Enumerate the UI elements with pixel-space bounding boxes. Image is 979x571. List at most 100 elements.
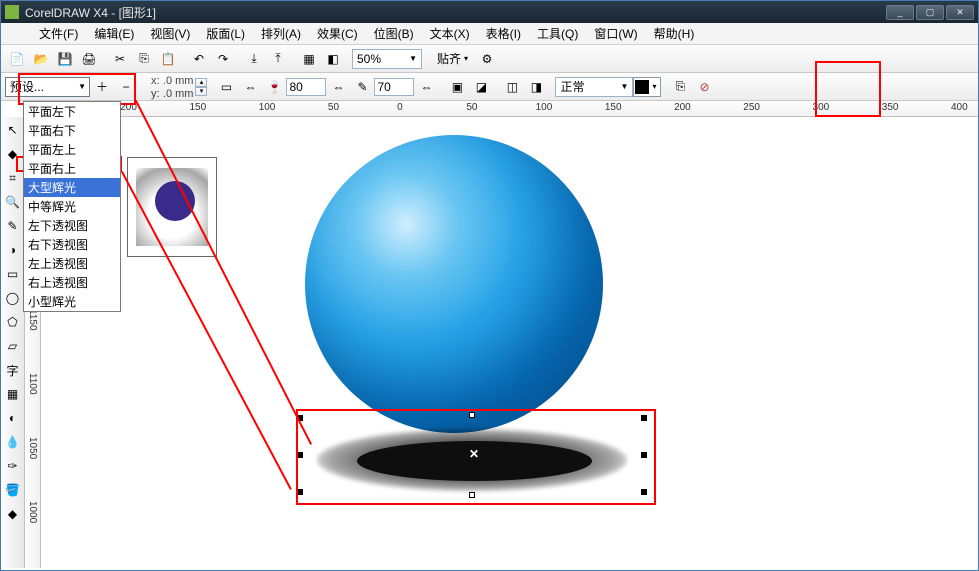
minimize-button[interactable]: _: [886, 5, 914, 20]
shadow-stretch-icon[interactable]: ⇔: [239, 76, 261, 98]
direction-icon[interactable]: ▣: [446, 76, 468, 98]
shadow-color-swatch: [635, 80, 649, 94]
menu-arrange[interactable]: 排列(A): [253, 25, 309, 42]
blend-combo[interactable]: 正常 ▼: [555, 77, 633, 97]
preset-option[interactable]: 大型辉光: [24, 178, 120, 197]
eyedropper-icon[interactable]: 💧: [4, 433, 22, 451]
interactive-fill-icon[interactable]: ◆: [4, 505, 22, 523]
toolbox: ↖ ◆ ⌗ 🔍 ✎ ◑ ▭ ◯ ⬠ ▱ 字 ▦ ◐ 💧 ✑ 🪣 ◆: [1, 117, 25, 568]
app-launcher-icon[interactable]: ▦: [298, 48, 320, 70]
table-tool-icon[interactable]: ▦: [4, 385, 22, 403]
menu-file[interactable]: 文件(F): [31, 25, 86, 42]
ruler-tick: 1000: [27, 501, 38, 523]
cut-icon[interactable]: ✂: [109, 48, 131, 70]
feather-icon: ✎: [351, 76, 373, 98]
perspective-icon[interactable]: ◨: [525, 76, 547, 98]
x-value: .0 mm: [163, 75, 194, 87]
menu-help[interactable]: 帮助(H): [646, 25, 703, 42]
blend-value: 正常: [560, 78, 584, 95]
ruler-tick: 50: [466, 102, 477, 113]
ruler-tick: 150: [189, 102, 206, 113]
options-icon[interactable]: ⚙: [476, 48, 498, 70]
preset-option[interactable]: 小型辉光: [24, 292, 120, 311]
sphere-object[interactable]: [305, 135, 603, 433]
import-icon[interactable]: ⤓: [243, 48, 265, 70]
xy-spinner[interactable]: ▴▾: [195, 78, 207, 96]
rectangle-tool-icon[interactable]: ▭: [4, 265, 22, 283]
menu-bitmaps[interactable]: 位图(B): [366, 25, 422, 42]
print-icon[interactable]: 🖨: [78, 48, 100, 70]
preset-option[interactable]: 右下透视图: [24, 235, 120, 254]
preset-dropdown-list[interactable]: 平面左下平面右下平面左上平面右上大型辉光中等辉光左下透视图右下透视图左上透视图右…: [23, 101, 121, 312]
annotation-box-shadow: [296, 409, 656, 505]
interactive-tool-icon[interactable]: ◐: [4, 409, 22, 427]
export-icon[interactable]: ⤒: [267, 48, 289, 70]
fill-tool-icon[interactable]: 🪣: [4, 481, 22, 499]
ruler-tick: 1100: [27, 373, 38, 395]
ruler-tick: 100: [259, 102, 276, 113]
preset-option[interactable]: 平面左下: [24, 102, 120, 121]
polygon-tool-icon[interactable]: ⬠: [4, 313, 22, 331]
preset-option[interactable]: 右上透视图: [24, 273, 120, 292]
menu-view[interactable]: 视图(V): [142, 25, 198, 42]
outline-tool-icon[interactable]: ✑: [4, 457, 22, 475]
fade-icon[interactable]: ◫: [501, 76, 523, 98]
ruler-tick: 150: [605, 102, 622, 113]
menu-table[interactable]: 表格(I): [478, 25, 529, 42]
ruler-tick: 200: [674, 102, 691, 113]
feather-slider-icon[interactable]: ⇔: [327, 76, 349, 98]
new-icon[interactable]: 📄: [6, 48, 28, 70]
zoom-tool-icon[interactable]: 🔍: [4, 193, 22, 211]
pick-tool-icon[interactable]: ↖: [4, 121, 22, 139]
menu-tools[interactable]: 工具(Q): [529, 25, 586, 42]
smart-fill-icon[interactable]: ◑: [4, 241, 22, 259]
menu-edit[interactable]: 编辑(E): [86, 25, 142, 42]
ruler-tick: 50: [328, 102, 339, 113]
text-tool-icon[interactable]: 字: [4, 361, 22, 379]
menu-text[interactable]: 文本(X): [422, 25, 478, 42]
preset-option[interactable]: 平面右上: [24, 159, 120, 178]
paste-icon[interactable]: 📋: [157, 48, 179, 70]
shadow-color-well[interactable]: ▾: [633, 77, 661, 97]
x-label: x:: [151, 75, 160, 87]
open-icon[interactable]: 📂: [30, 48, 52, 70]
glow-opacity-input[interactable]: [286, 78, 326, 96]
ruler-tick: 350: [882, 102, 899, 113]
preset-option[interactable]: 中等辉光: [24, 197, 120, 216]
menu-bar: 文件(F) 编辑(E) 视图(V) 版面(L) 排列(A) 效果(C) 位图(B…: [1, 23, 978, 45]
snap-dropdown-icon[interactable]: ▾: [464, 54, 468, 63]
edge-icon[interactable]: ◪: [470, 76, 492, 98]
clear-shadow-icon[interactable]: ⊘: [693, 76, 715, 98]
save-icon[interactable]: 💾: [54, 48, 76, 70]
feather-input[interactable]: [374, 78, 414, 96]
opacity-icon: 🍷: [263, 76, 285, 98]
close-button[interactable]: ✕: [946, 5, 974, 20]
freehand-tool-icon[interactable]: ✎: [4, 217, 22, 235]
copy-properties-icon[interactable]: ⎘: [669, 76, 691, 98]
undo-icon[interactable]: ↶: [188, 48, 210, 70]
zoom-combo[interactable]: 50% ▼: [352, 49, 422, 69]
ruler-tick: 1150: [27, 309, 38, 331]
feather-slider2-icon[interactable]: ⇔: [415, 76, 437, 98]
annotation-box-color: [815, 61, 881, 117]
preset-option[interactable]: 左下透视图: [24, 216, 120, 235]
y-value: .0 mm: [163, 88, 194, 100]
welcome-icon[interactable]: ◧: [322, 48, 344, 70]
y-label: y:: [151, 88, 160, 100]
copy-icon[interactable]: ⎘: [133, 48, 155, 70]
basic-shapes-icon[interactable]: ▱: [4, 337, 22, 355]
preset-option[interactable]: 左上透视图: [24, 254, 120, 273]
preset-option[interactable]: 平面左上: [24, 140, 120, 159]
snap-label[interactable]: 贴齐: [437, 50, 461, 67]
zoom-value: 50%: [357, 52, 381, 66]
maximize-button[interactable]: ▢: [916, 5, 944, 20]
redo-icon[interactable]: ↷: [212, 48, 234, 70]
ruler-tick: 400: [951, 102, 968, 113]
menu-window[interactable]: 窗口(W): [586, 25, 645, 42]
preset-option[interactable]: 平面右下: [24, 121, 120, 140]
ruler-tick: 250: [743, 102, 760, 113]
menu-layout[interactable]: 版面(L): [198, 25, 253, 42]
ellipse-tool-icon[interactable]: ◯: [4, 289, 22, 307]
window-title: CorelDRAW X4 - [图形1]: [25, 4, 156, 21]
menu-effects[interactable]: 效果(C): [309, 25, 366, 42]
